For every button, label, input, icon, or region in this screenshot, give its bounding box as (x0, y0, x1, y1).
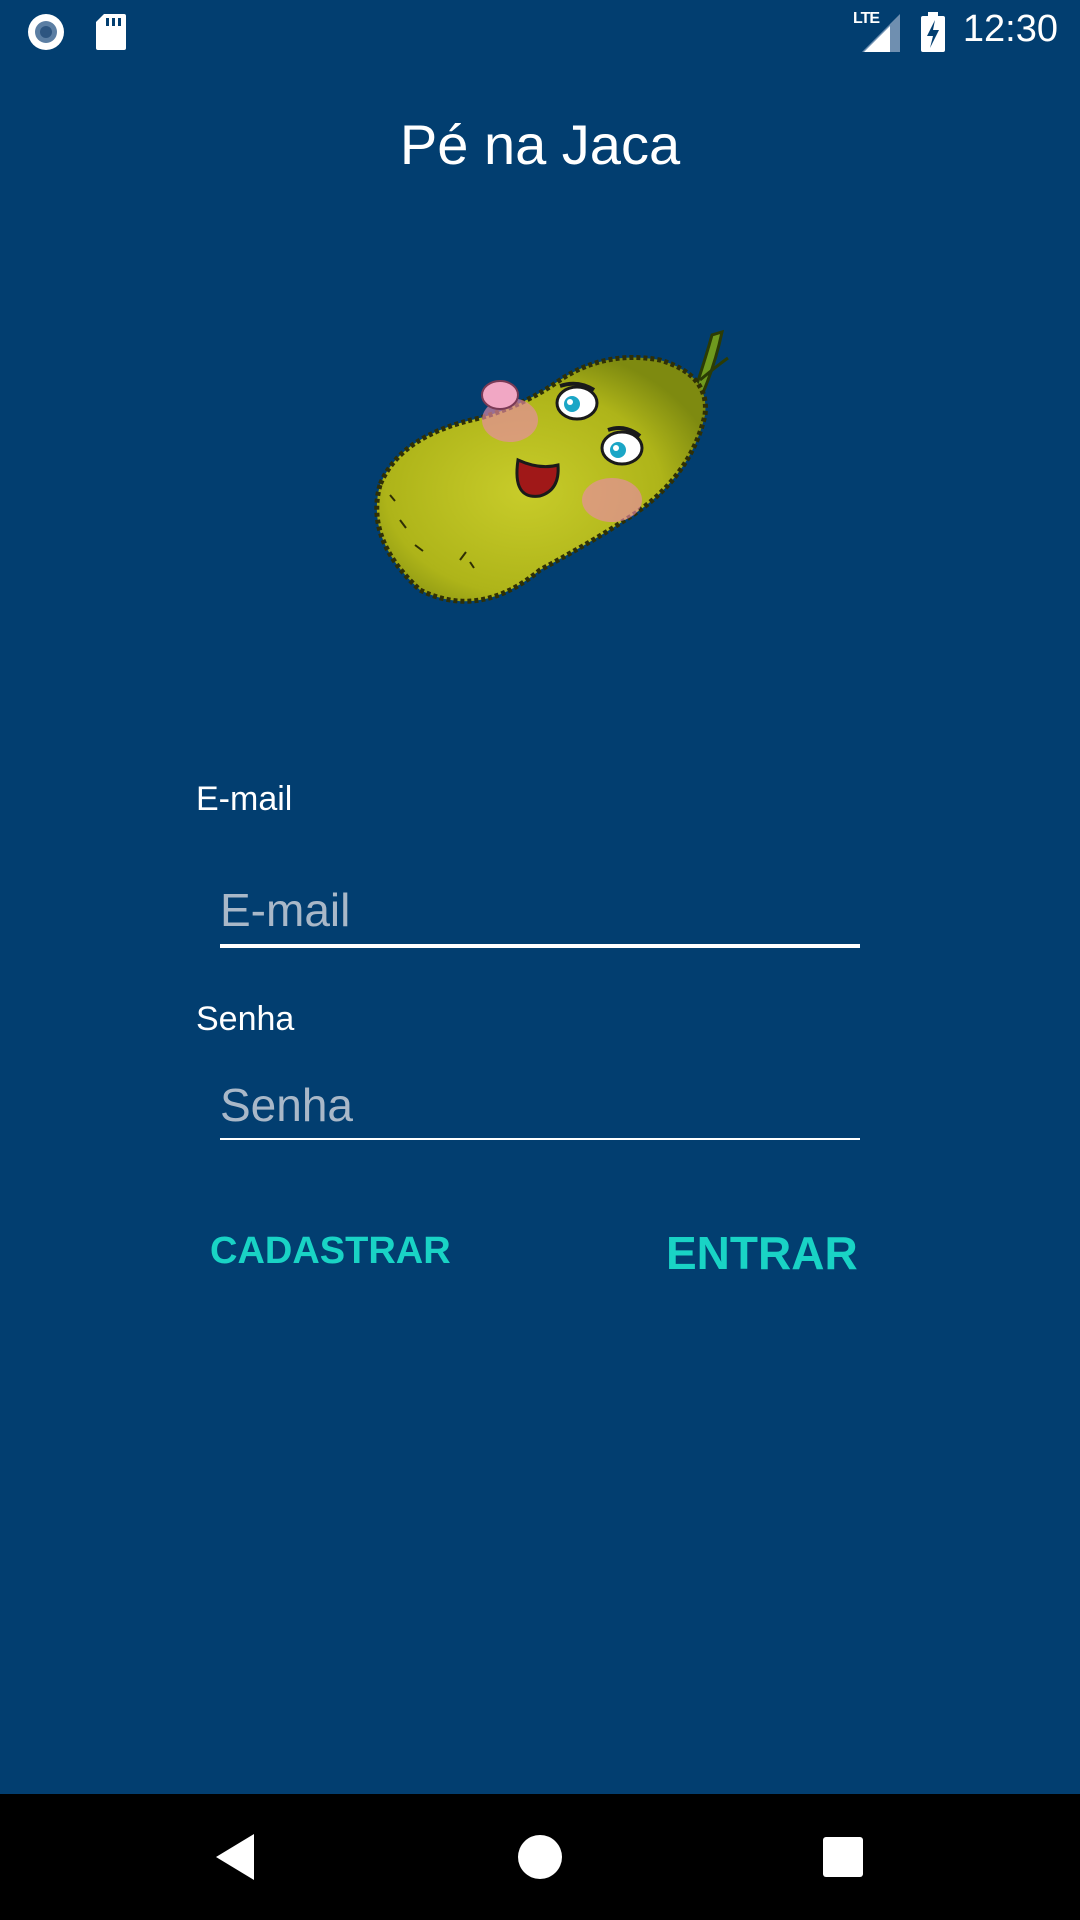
password-field[interactable] (220, 1070, 860, 1140)
email-field[interactable] (220, 875, 860, 945)
login-screen: LTE 12:30 Pé na Jaca E-mail E-mail Senha… (0, 0, 1080, 1920)
recents-icon[interactable] (810, 1824, 876, 1890)
status-time: 12:30 (962, 8, 1058, 50)
app-title: Pé na Jaca (399, 113, 681, 176)
email-label: E-mail (196, 780, 293, 818)
password-label: Senha (196, 1000, 295, 1038)
signal-icon (862, 14, 902, 57)
home-icon[interactable] (507, 1824, 573, 1890)
jackfruit-mascot (360, 320, 735, 620)
sd-card-icon (94, 12, 128, 57)
navigation-bar (0, 1794, 1080, 1920)
back-icon[interactable] (204, 1824, 270, 1890)
email-field-underline (220, 944, 860, 948)
battery-charging-icon (920, 12, 946, 57)
login-button[interactable]: ENTRAR (666, 1226, 858, 1280)
register-button[interactable]: CADASTRAR (210, 1230, 451, 1273)
record-icon (26, 12, 66, 57)
password-field-underline (220, 1138, 860, 1140)
status-bar: LTE 12:30 (0, 0, 1080, 63)
